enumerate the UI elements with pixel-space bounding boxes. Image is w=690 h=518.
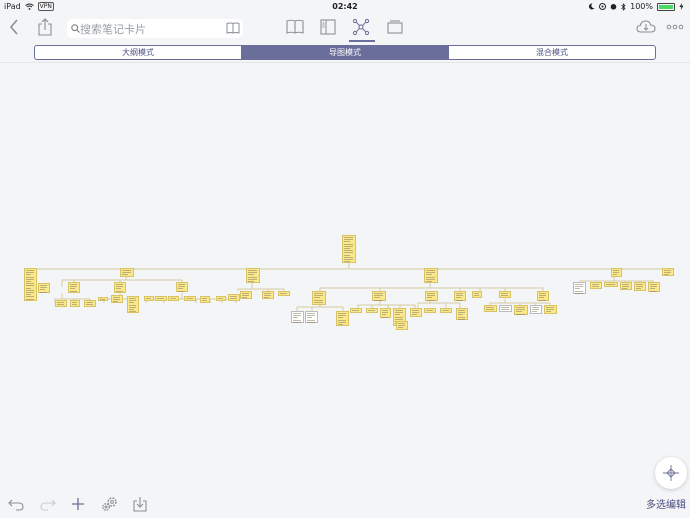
note-card[interactable]: [291, 311, 304, 323]
note-card[interactable]: [278, 291, 290, 296]
search-input[interactable]: 搜索笔记卡片: [80, 21, 146, 37]
note-card[interactable]: [155, 296, 167, 301]
note-card[interactable]: [228, 294, 240, 301]
mindmap-icon[interactable]: [352, 18, 370, 36]
note-card[interactable]: [573, 282, 586, 294]
undo-icon[interactable]: [8, 497, 24, 511]
note-card[interactable]: [456, 308, 468, 320]
note-card[interactable]: [144, 296, 154, 301]
note-card[interactable]: [648, 282, 660, 292]
mode-mixed[interactable]: 混合模式: [448, 46, 655, 59]
bluetooth-icon: [621, 2, 626, 11]
back-icon[interactable]: [8, 18, 20, 36]
note-card[interactable]: [240, 291, 252, 299]
book-open-icon[interactable]: [286, 19, 304, 35]
redo-icon[interactable]: [40, 497, 56, 511]
note-card[interactable]: [366, 308, 378, 313]
import-icon[interactable]: [133, 496, 147, 512]
note-card[interactable]: [84, 300, 96, 307]
note-card[interactable]: [262, 291, 274, 299]
alarm-icon: [610, 4, 617, 10]
status-bar: iPad VPN 02:42 100%: [0, 0, 690, 13]
locate-button[interactable]: [655, 457, 687, 489]
note-card[interactable]: [499, 291, 511, 298]
note-card[interactable]: [111, 295, 123, 303]
note-card[interactable]: [662, 268, 674, 276]
multi-select-edit-button[interactable]: 多选编辑: [646, 496, 686, 511]
search-field[interactable]: 搜索笔记卡片: [67, 19, 243, 38]
note-card[interactable]: [305, 311, 318, 323]
note-card[interactable]: [425, 291, 438, 301]
status-time: 02:42: [332, 2, 358, 11]
cards-icon[interactable]: [386, 19, 404, 35]
mode-outline[interactable]: 大纲模式: [35, 46, 241, 59]
note-card[interactable]: [530, 305, 542, 314]
note-card[interactable]: [98, 297, 108, 301]
moon-icon: [589, 3, 595, 10]
note-card[interactable]: [68, 282, 80, 293]
note-card[interactable]: [200, 296, 210, 303]
note-card[interactable]: [424, 308, 436, 313]
note-card[interactable]: [396, 321, 408, 330]
battery-percent: 100%: [630, 2, 653, 11]
note-card[interactable]: [350, 308, 362, 313]
note-card[interactable]: [424, 268, 438, 283]
note-card[interactable]: [514, 305, 528, 315]
note-card[interactable]: [70, 300, 80, 307]
note-card[interactable]: [24, 268, 37, 301]
note-card[interactable]: [372, 291, 386, 301]
note-card[interactable]: [604, 282, 618, 287]
mindmap-connectors: [29, 263, 669, 321]
note-card[interactable]: [176, 282, 188, 292]
settings-icon[interactable]: [101, 496, 119, 512]
note-card[interactable]: [620, 282, 632, 290]
note-card[interactable]: [380, 308, 391, 318]
note-card[interactable]: [634, 282, 646, 291]
book-icon[interactable]: [226, 22, 240, 34]
note-card[interactable]: [336, 311, 349, 326]
share-icon[interactable]: [37, 18, 53, 37]
cloud-sync-icon[interactable]: [636, 19, 656, 35]
note-card[interactable]: [38, 283, 50, 293]
bottom-toolbar: 多选编辑: [0, 493, 690, 518]
locate-icon: [663, 465, 679, 481]
note-card[interactable]: [440, 308, 452, 313]
charging-icon: [679, 3, 684, 10]
location-icon: [599, 3, 607, 10]
note-card[interactable]: [312, 291, 326, 305]
note-card[interactable]: [184, 296, 196, 301]
note-card[interactable]: [544, 305, 557, 314]
mindmap-canvas[interactable]: [0, 63, 690, 493]
note-card[interactable]: [342, 235, 356, 263]
note-card[interactable]: [216, 296, 226, 301]
battery-icon: [657, 2, 675, 11]
note-card[interactable]: [114, 282, 126, 293]
note-card[interactable]: [484, 305, 497, 312]
note-card[interactable]: [168, 296, 179, 301]
more-icon[interactable]: [666, 24, 684, 30]
split-view-icon[interactable]: [320, 19, 336, 35]
note-card[interactable]: [499, 305, 512, 312]
note-card[interactable]: [611, 268, 622, 277]
note-card[interactable]: [127, 296, 139, 313]
mode-mindmap[interactable]: 导图模式: [241, 46, 448, 59]
mode-segmented-control: 大纲模式 导图模式 混合模式: [34, 45, 656, 60]
search-icon: [71, 24, 80, 33]
note-card[interactable]: [454, 291, 466, 301]
add-icon[interactable]: [72, 497, 84, 511]
note-card[interactable]: [55, 300, 67, 307]
note-card[interactable]: [537, 291, 549, 301]
note-card[interactable]: [410, 308, 422, 317]
note-card[interactable]: [246, 268, 260, 283]
note-card[interactable]: [472, 291, 482, 298]
note-card[interactable]: [590, 282, 602, 289]
active-view-indicator: [349, 40, 375, 42]
note-card[interactable]: [120, 268, 134, 277]
